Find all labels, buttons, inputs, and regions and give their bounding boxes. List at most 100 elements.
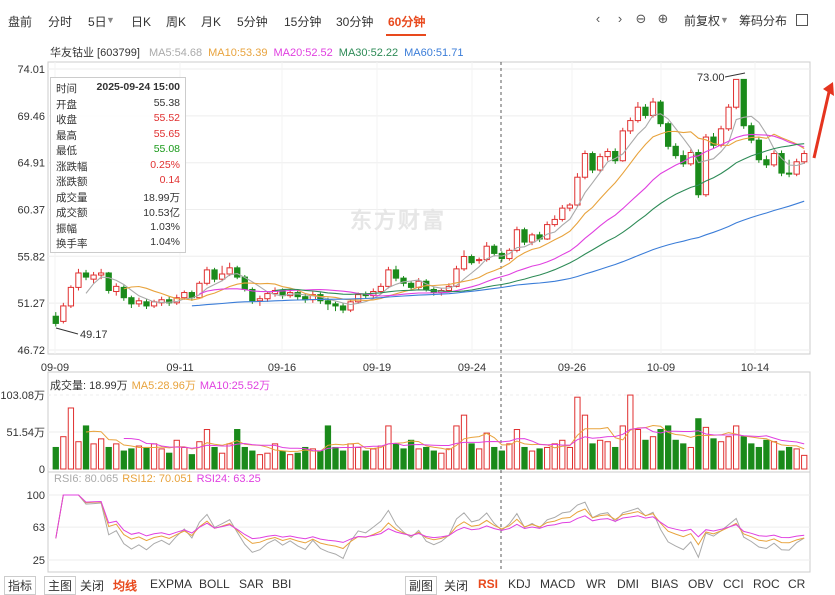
rsi-line-12 (55, 494, 805, 550)
tooltip-value: 0.25% (150, 158, 180, 171)
volume-bar (475, 448, 483, 470)
indicator-left-0[interactable]: 指标 (4, 576, 37, 595)
date-tick-label: 09-16 (268, 362, 296, 374)
volume-bar (241, 446, 248, 470)
tooltip-value: 55.65 (153, 127, 180, 140)
volume-bar (491, 446, 498, 470)
volume-bar (211, 446, 218, 470)
indicator-right-3[interactable]: KDJ (508, 577, 531, 591)
volume-bar (430, 450, 437, 470)
volume-bar (483, 432, 490, 470)
candle-body (234, 267, 241, 278)
rsi-tick-label: 100 (27, 490, 45, 502)
volume-bar (355, 446, 362, 470)
watermark-logo: 东方财富 (350, 208, 447, 233)
candle-body (347, 301, 354, 311)
volume-bar (521, 446, 528, 470)
candle-body (468, 256, 475, 264)
indicator-left-5[interactable]: BOLL (199, 577, 230, 591)
candle-body (657, 101, 664, 125)
tooltip-value: 1.03% (150, 220, 180, 233)
candle-body (226, 267, 233, 275)
volume-bar (400, 448, 407, 470)
indicator-right-2[interactable]: RSI (478, 577, 498, 591)
candle-body (755, 139, 763, 161)
candle-body (785, 172, 793, 175)
candle-body (332, 303, 339, 307)
candle-body (770, 153, 778, 166)
volume-bar (158, 448, 165, 470)
candle-body (211, 269, 218, 280)
candle-body (407, 282, 415, 288)
volume-bar (695, 418, 702, 470)
indicator-right-0[interactable]: 副图 (405, 576, 438, 595)
tooltip-key: 涨跌幅 (56, 160, 88, 173)
volume-bar (97, 438, 105, 470)
indicator-left-4[interactable]: EXPMA (150, 577, 192, 591)
candle-body (218, 273, 226, 280)
date-tick-label: 09-11 (166, 362, 193, 374)
candle-body (604, 150, 611, 158)
tooltip-row: 成交量 18.99万 (56, 190, 180, 206)
indicator-right-11[interactable]: CR (788, 577, 805, 591)
candle-body (82, 272, 90, 278)
volume-bar (453, 425, 460, 470)
candle-body (203, 269, 211, 284)
candle-body (521, 229, 528, 243)
indicator-right-7[interactable]: BIAS (651, 577, 678, 591)
ma-line-10 (123, 130, 805, 301)
indicator-right-4[interactable]: MACD (540, 577, 575, 591)
tooltip-row: 最高 55.65 (56, 128, 180, 144)
indicator-left-6[interactable]: SAR (239, 577, 264, 591)
volume-bar (438, 452, 445, 470)
volume-bar (717, 441, 725, 470)
candle-info-tooltip: 时间 2025-09-24 15:00 开盘 55.38 收盘 55.52 最高 55.65 最… (50, 77, 186, 253)
volume-bar (324, 425, 332, 470)
volume-bar (226, 443, 233, 470)
indicator-left-3[interactable]: 均线 (113, 577, 137, 594)
volume-bar (785, 446, 793, 470)
candle-body (634, 106, 642, 122)
volume-bar (513, 429, 521, 470)
tooltip-row: 振幅 1.03% (56, 221, 180, 237)
volume-bar (642, 439, 649, 470)
candle-body (619, 130, 626, 162)
candle-body (551, 218, 558, 226)
volume-bar (528, 450, 536, 470)
volume-bar (763, 439, 770, 470)
volume-bar (90, 443, 97, 470)
legend-item: RSI24: 63.25 (196, 473, 261, 485)
candle-body (491, 245, 498, 254)
legend-item: MA5:28.96万 (131, 380, 196, 392)
candle-body (733, 78, 740, 108)
candle-body (702, 136, 710, 196)
volume-bar (566, 446, 574, 470)
indicator-right-9[interactable]: CCI (723, 577, 744, 591)
indicator-right-5[interactable]: WR (586, 577, 606, 591)
indicator-right-6[interactable]: DMI (617, 577, 639, 591)
indicator-right-10[interactable]: ROC (753, 577, 780, 591)
volume-bar (286, 454, 294, 470)
volume-bar (120, 450, 127, 470)
volume-bar (619, 425, 626, 470)
candle-body (763, 159, 770, 166)
candle-body (143, 301, 150, 307)
indicator-right-8[interactable]: OBV (688, 577, 713, 591)
tooltip-value: 1.04% (150, 236, 180, 248)
date-tick-label: 10-09 (647, 362, 675, 374)
volume-bar (203, 429, 211, 470)
indicator-left-7[interactable]: BBI (272, 577, 291, 591)
indicator-left-2[interactable]: 关闭 (80, 577, 104, 594)
candle-body (589, 153, 596, 171)
date-tick-label: 09-24 (458, 362, 486, 374)
volume-bar (687, 446, 694, 470)
volume-bar (218, 452, 226, 470)
candle-body (740, 78, 747, 127)
indicator-left-1[interactable]: 主图 (44, 576, 77, 595)
volume-bar (733, 425, 740, 470)
volume-bar (801, 454, 808, 470)
volume-bar (793, 448, 800, 470)
candle-body (664, 123, 672, 147)
indicator-right-1[interactable]: 关闭 (444, 577, 468, 594)
legend-item: RSI12: 70.051 (122, 473, 193, 485)
